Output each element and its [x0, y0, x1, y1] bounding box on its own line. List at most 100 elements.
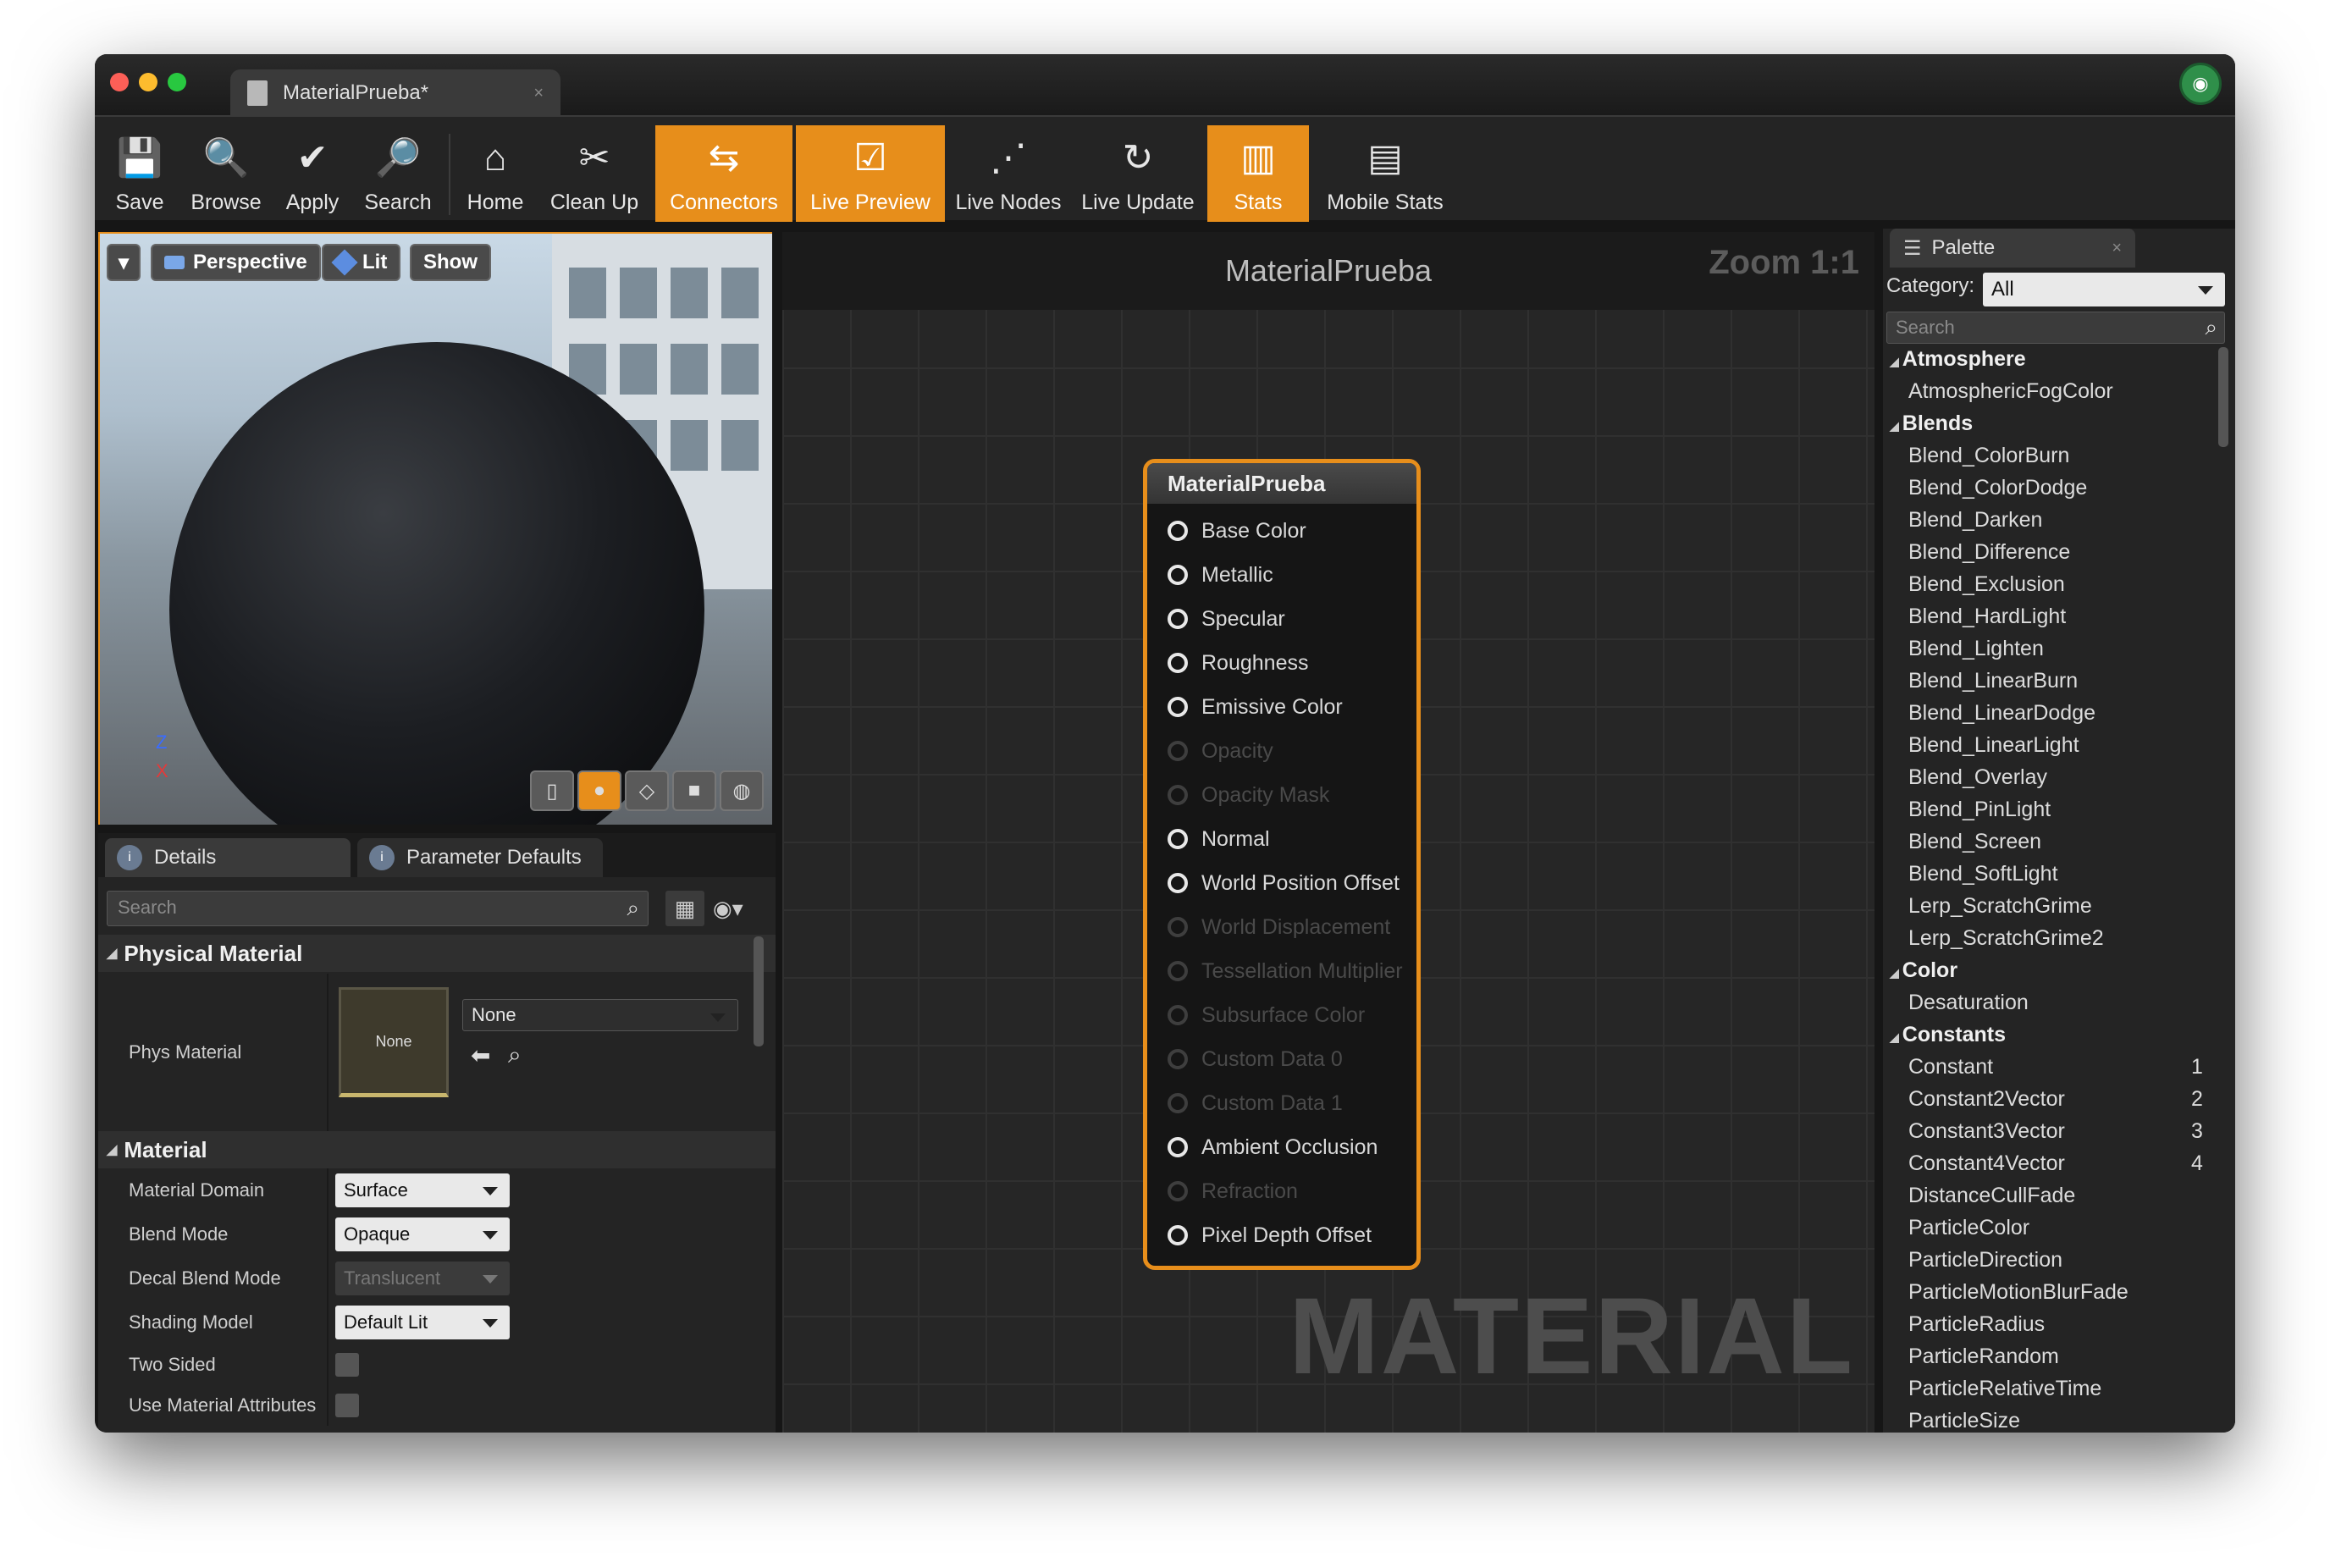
palette-item-desaturation[interactable]: Desaturation — [1908, 991, 2029, 1015]
palette-item-constant3vector[interactable]: Constant3Vector — [1908, 1119, 2065, 1144]
tab-parameter-defaults[interactable]: i Parameter Defaults — [357, 838, 603, 877]
stats-button[interactable]: ▥ Stats — [1207, 125, 1309, 222]
pin-metallic[interactable]: Metallic — [1168, 553, 1273, 597]
pin-connector-icon[interactable] — [1168, 565, 1188, 585]
palette-item-distancecullfade[interactable]: DistanceCullFade — [1908, 1184, 2075, 1208]
node-header[interactable]: MaterialPrueba — [1147, 463, 1416, 504]
physical-material-section[interactable]: ◢ Physical Material — [98, 935, 776, 972]
pin-roughness[interactable]: Roughness — [1168, 641, 1308, 685]
search-button[interactable]: 🔎 Search — [354, 125, 442, 222]
clean-up-button[interactable]: ✂ Clean Up — [537, 125, 652, 222]
details-search-input[interactable]: Search ⌕ — [107, 891, 649, 926]
close-window-button[interactable] — [110, 73, 129, 91]
pin-pixel-depth-offset[interactable]: Pixel Depth Offset — [1168, 1213, 1372, 1257]
use-material-attributes-checkbox[interactable] — [335, 1394, 359, 1417]
palette-item-particleradius[interactable]: ParticleRadius — [1908, 1312, 2045, 1337]
tab-details[interactable]: i Details — [105, 838, 351, 877]
palette-item-blend-colordodge[interactable]: Blend_ColorDodge — [1908, 476, 2087, 500]
phys-material-thumbnail[interactable]: None — [339, 987, 449, 1097]
pin-connector-icon[interactable] — [1168, 829, 1188, 849]
palette-item-blend-overlay[interactable]: Blend_Overlay — [1908, 765, 2047, 790]
palette-item-particlemotionblurfade[interactable]: ParticleMotionBlurFade — [1908, 1280, 2128, 1305]
mobile-stats-button[interactable]: ▤ Mobile Stats — [1312, 125, 1458, 222]
material-section[interactable]: ◢ Material — [98, 1131, 776, 1168]
palette-category-constants[interactable]: ◢ Constants — [1890, 1023, 2006, 1047]
palette-item-blend-lighten[interactable]: Blend_Lighten — [1908, 637, 2044, 661]
pin-ambient-occlusion[interactable]: Ambient Occlusion — [1168, 1125, 1378, 1169]
engine-logo-icon[interactable]: ◉ — [2179, 63, 2222, 105]
palette-item-particlecolor[interactable]: ParticleColor — [1908, 1216, 2029, 1240]
palette-item-constant4vector[interactable]: Constant4Vector — [1908, 1151, 2065, 1176]
tab-palette[interactable]: ☰ Palette × — [1890, 229, 2135, 268]
cube-preview-icon[interactable]: ■ — [672, 770, 716, 811]
grid-view-icon[interactable]: ▦ — [665, 891, 704, 926]
save-button[interactable]: 💾 Save — [102, 125, 178, 222]
minimize-window-button[interactable] — [139, 73, 157, 91]
material-domain-dropdown[interactable]: Surface — [335, 1173, 510, 1207]
palette-item-blend-hardlight[interactable]: Blend_HardLight — [1908, 605, 2066, 629]
palette-item-particlerelativetime[interactable]: ParticleRelativeTime — [1908, 1377, 2101, 1401]
close-tab-icon[interactable]: × — [2112, 239, 2122, 258]
pin-connector-icon[interactable] — [1168, 873, 1188, 893]
teapot-preview-icon[interactable]: ◍ — [720, 770, 764, 811]
live-update-button[interactable]: ↻ Live Update — [1072, 125, 1204, 222]
zoom-window-button[interactable] — [168, 73, 186, 91]
palette-item-constant[interactable]: Constant — [1908, 1055, 1993, 1079]
palette-item-blend-colorburn[interactable]: Blend_ColorBurn — [1908, 444, 2069, 468]
palette-item-particlesize[interactable]: ParticleSize — [1908, 1409, 2020, 1433]
apply-button[interactable]: ✔ Apply — [274, 125, 351, 222]
palette-item-lerp-scratchgrime[interactable]: Lerp_ScratchGrime — [1908, 894, 2092, 919]
close-tab-icon[interactable]: × — [533, 84, 544, 103]
palette-item-particlerandom[interactable]: ParticleRandom — [1908, 1344, 2059, 1369]
two-sided-checkbox[interactable] — [335, 1353, 359, 1377]
palette-item-lerp-scratchgrime2[interactable]: Lerp_ScratchGrime2 — [1908, 926, 2104, 951]
phys-material-dropdown[interactable]: None — [462, 999, 738, 1031]
pin-world-position-offset[interactable]: World Position Offset — [1168, 861, 1400, 905]
blend-mode-dropdown[interactable]: Opaque — [335, 1217, 510, 1251]
pin-emissive-color[interactable]: Emissive Color — [1168, 685, 1343, 729]
palette-category-blends[interactable]: ◢ Blends — [1890, 411, 1973, 436]
pin-connector-icon[interactable] — [1168, 521, 1188, 541]
show-button[interactable]: Show — [410, 244, 491, 281]
palette-item-atmosphericfogcolor[interactable]: AtmosphericFogColor — [1908, 379, 2113, 404]
pin-connector-icon[interactable] — [1168, 609, 1188, 629]
pin-specular[interactable]: Specular — [1168, 597, 1285, 641]
visibility-eye-icon[interactable]: ◉▾ — [713, 891, 743, 926]
lit-button[interactable]: Lit — [322, 244, 401, 281]
viewport-menu-button[interactable]: ▾ — [107, 244, 141, 281]
material-result-node[interactable]: MaterialPrueba Base Color Metallic Specula… — [1143, 459, 1421, 1270]
pin-connector-icon[interactable] — [1168, 697, 1188, 717]
shading-model-dropdown[interactable]: Default Lit — [335, 1306, 510, 1339]
palette-item-blend-linearburn[interactable]: Blend_LinearBurn — [1908, 669, 2078, 693]
document-tab[interactable]: MaterialPrueba* × — [230, 69, 560, 117]
palette-item-blend-darken[interactable]: Blend_Darken — [1908, 508, 2042, 533]
palette-item-constant2vector[interactable]: Constant2Vector — [1908, 1087, 2065, 1112]
pin-connector-icon[interactable] — [1168, 1137, 1188, 1157]
palette-search-input[interactable]: Search ⌕ — [1886, 312, 2225, 344]
sphere-preview-icon[interactable]: ● — [577, 770, 621, 811]
perspective-button[interactable]: Perspective — [151, 244, 321, 281]
preview-viewport[interactable]: ▾ Perspective Lit Show Z X ▯ ● ◇ ■ ◍ — [98, 232, 772, 825]
pin-connector-icon[interactable] — [1168, 1225, 1188, 1245]
details-scrollbar[interactable] — [754, 936, 764, 1046]
pin-connector-icon[interactable] — [1168, 653, 1188, 673]
palette-category-color[interactable]: ◢ Color — [1890, 958, 1957, 983]
use-selected-arrow-icon[interactable]: ⬅ — [471, 1041, 490, 1069]
palette-scrollbar[interactable] — [2218, 347, 2228, 447]
home-button[interactable]: ⌂ Home — [457, 125, 533, 222]
plane-preview-icon[interactable]: ◇ — [625, 770, 669, 811]
palette-item-blend-softlight[interactable]: Blend_SoftLight — [1908, 862, 2058, 886]
palette-item-particledirection[interactable]: ParticleDirection — [1908, 1248, 2062, 1273]
cylinder-preview-icon[interactable]: ▯ — [530, 770, 574, 811]
palette-category-atmosphere[interactable]: ◢ Atmosphere — [1890, 347, 2026, 372]
palette-item-blend-pinlight[interactable]: Blend_PinLight — [1908, 798, 2051, 822]
connectors-button[interactable]: ⇆ Connectors — [655, 125, 792, 222]
palette-item-blend-difference[interactable]: Blend_Difference — [1908, 540, 2070, 565]
palette-item-blend-lineardodge[interactable]: Blend_LinearDodge — [1908, 701, 2095, 726]
live-nodes-button[interactable]: ⋰ Live Nodes — [948, 125, 1068, 222]
category-select[interactable]: All — [1983, 273, 2225, 306]
palette-item-blend-exclusion[interactable]: Blend_Exclusion — [1908, 572, 2065, 597]
material-graph[interactable]: MaterialPrueba Zoom 1:1 MATERIAL Materia… — [782, 232, 1874, 1433]
browse-search-icon[interactable]: ⌕ — [508, 1041, 522, 1069]
live-preview-button[interactable]: ☑ Live Preview — [796, 125, 945, 222]
